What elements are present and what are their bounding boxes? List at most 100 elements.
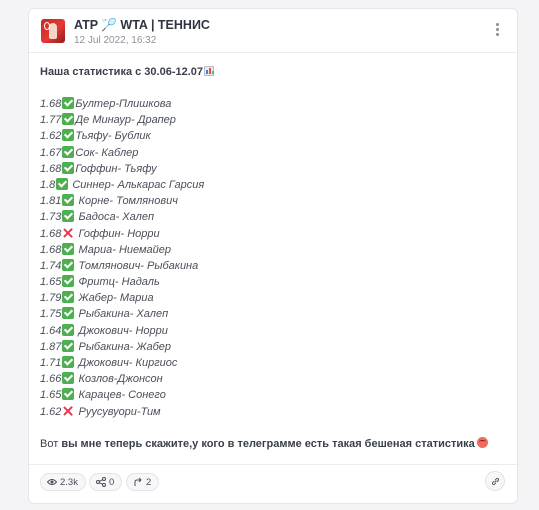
check-mark-icon: [62, 129, 75, 142]
match-name: Рыбакина- Халеп: [75, 308, 169, 321]
stats-row: 1.71 Джокович- Киргиос: [40, 355, 505, 371]
check-mark-icon: [62, 372, 75, 385]
match-name: Гоффин- Тьяфу: [75, 162, 157, 175]
match-name: Де Минаур- Драпер: [75, 114, 176, 127]
post-intro: Наша статистика с 30.06-12.07: [40, 64, 505, 80]
match-name: Руусувуори-Тим: [75, 405, 161, 418]
forward-arrow-icon: [134, 477, 142, 486]
match-name: Бадоса- Халеп: [75, 211, 154, 224]
stats-row: 1.74 Томлянович- Рыбакина: [40, 258, 505, 274]
check-mark-icon: [62, 161, 75, 174]
match-name: Тьяфу- Бублик: [75, 130, 151, 143]
stats-row: 1.65 Фритц- Надаль: [40, 274, 505, 290]
stats-row: 1.81 Корне- Томлянович: [40, 193, 505, 209]
odds-value: 1.68: [40, 98, 62, 110]
check-mark-icon: [62, 323, 75, 336]
check-mark-icon: [62, 210, 75, 223]
views-counter[interactable]: 2.3k: [40, 473, 86, 491]
check-mark-icon: [62, 113, 75, 126]
match-name: Синнер- Алькарас Гарсия: [69, 178, 205, 191]
post-card: ATP 🏸 WTA | ТЕННИС 12 Jul 2022, 16:32 На…: [28, 8, 518, 504]
check-mark-icon: [62, 307, 75, 320]
odds-value: 1.68: [40, 227, 62, 240]
match-name: Фритц- Надаль: [75, 276, 160, 289]
match-name: Томлянович- Рыбакина: [75, 259, 199, 272]
outro-bold: вы мне теперь скажите,у кого в телеграмм…: [58, 437, 475, 450]
tennis-racket-icon: 🏸: [101, 18, 117, 32]
match-name: Гоффин- Норри: [75, 227, 160, 240]
stats-row: 1.66 Козлов-Джонсон: [40, 371, 505, 387]
odds-value: 1.73: [40, 211, 62, 224]
match-name: Корне- Томлянович: [75, 195, 178, 208]
forwards-counter[interactable]: 2: [126, 473, 160, 491]
odds-value: 1.79: [40, 292, 62, 305]
copy-link-button[interactable]: [485, 471, 505, 491]
match-name: Джокович- Норри: [75, 324, 168, 337]
stats-row: 1.64 Джокович- Норри: [40, 323, 505, 339]
odds-value: 1.77: [40, 114, 62, 127]
cross-mark-icon: [62, 405, 74, 417]
stats-row: 1.77 Де Минаур- Драпер: [40, 112, 505, 128]
outro-normal: Вот: [40, 437, 59, 450]
stats-row: 1.68 Гоффин- Тьяфу: [40, 161, 505, 177]
forwards-count: 2: [146, 476, 152, 488]
odds-value: 1.65: [40, 389, 62, 402]
intro-text: Наша статистика с 30.06-12.07: [40, 66, 204, 78]
match-name: Козлов-Джонсон: [75, 373, 163, 386]
check-mark-icon: [62, 388, 75, 401]
match-name: Бултер-Плишкова: [75, 98, 172, 110]
check-mark-icon: [62, 97, 75, 109]
post-footer: 2.3k 0 2: [40, 471, 505, 493]
header-divider: [29, 52, 517, 53]
footer-divider: [29, 464, 517, 465]
stats-row: 1.65 Карацев- Сонего: [40, 387, 505, 403]
check-mark-icon: [62, 194, 75, 207]
stats-row: 1.62 Руусувуори-Тим: [40, 404, 505, 420]
channel-title[interactable]: ATP 🏸 WTA | ТЕННИС: [74, 18, 210, 33]
odds-value: 1.64: [40, 324, 62, 337]
match-name: Сок- Каблер: [75, 146, 139, 159]
match-name: Жабер- Мариа: [75, 292, 154, 305]
check-mark-icon: [62, 339, 75, 352]
odds-value: 1.87: [40, 340, 62, 353]
shares-count: 0: [109, 476, 115, 488]
shares-counter[interactable]: 0: [89, 473, 123, 491]
vertical-dots-icon[interactable]: [491, 23, 503, 39]
cross-mark-icon: [62, 227, 74, 239]
stats-row: 1.87 Рыбакина- Жабер: [40, 339, 505, 355]
stats-list: 1.68 Бултер-Плишкова 1.77 Де Минаур- Драпер…: [40, 96, 505, 420]
odds-value: 1.62: [40, 405, 62, 418]
stats-row: 1.68 Гоффин- Норри: [40, 226, 505, 242]
odds-value: 1.68: [40, 243, 62, 256]
match-name: Карацев- Сонего: [75, 389, 166, 402]
stats-row: 1.79 Жабер- Мариа: [40, 290, 505, 306]
channel-avatar[interactable]: [41, 19, 65, 43]
odds-value: 1.67: [40, 146, 62, 159]
odds-value: 1.74: [40, 259, 62, 272]
stats-row: 1.8 Синнер- Алькарас Гарсия: [40, 177, 505, 193]
match-name: Рыбакина- Жабер: [75, 340, 172, 353]
odds-value: 1.65: [40, 276, 62, 289]
views-count: 2.3k: [60, 476, 78, 488]
odds-value: 1.66: [40, 373, 62, 386]
check-mark-icon: [62, 242, 75, 255]
stats-row: 1.67 Сок- Каблер: [40, 145, 505, 161]
stats-row: 1.73 Бадоса- Халеп: [40, 209, 505, 225]
check-mark-icon: [62, 258, 75, 271]
link-icon: [491, 477, 499, 485]
channel-title-left: ATP: [74, 18, 98, 32]
odds-value: 1.75: [40, 308, 62, 321]
angry-face-icon: [476, 436, 488, 448]
stats-row: 1.68 Мариа- Ниемайер: [40, 242, 505, 258]
check-mark-icon: [62, 356, 75, 368]
odds-value: 1.81: [40, 195, 62, 208]
check-mark-icon: [56, 177, 69, 190]
post-content: Наша статистика с 30.06-12.07 1.68 Бултер…: [40, 64, 505, 452]
stats-row: 1.68 Бултер-Плишкова: [40, 96, 505, 112]
post-header: ATP 🏸 WTA | ТЕННИС 12 Jul 2022, 16:32: [41, 18, 505, 54]
match-name: Мариа- Ниемайер: [75, 243, 172, 256]
stats-row: 1.62 Тьяфу- Бублик: [40, 128, 505, 144]
post-outro: Вот вы мне теперь скажите,у кого в телег…: [40, 436, 505, 452]
check-mark-icon: [62, 145, 75, 158]
